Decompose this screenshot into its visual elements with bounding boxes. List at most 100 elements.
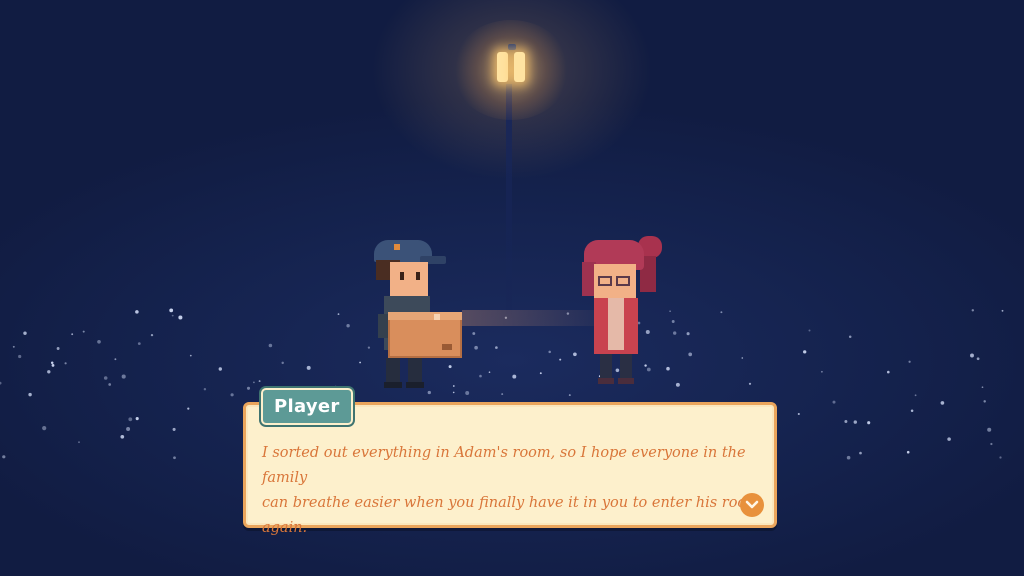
sparkle <box>64 362 67 365</box>
sparkle <box>359 361 361 364</box>
sparkle <box>253 381 255 384</box>
sparkle <box>908 360 911 363</box>
sparkle <box>18 354 22 359</box>
sparkle <box>173 456 176 460</box>
sparkle <box>281 361 284 365</box>
sparkle <box>797 412 800 416</box>
sparkle <box>848 335 852 339</box>
sparkle <box>268 343 273 348</box>
box-motion-trail <box>462 310 598 326</box>
sparkle <box>169 308 174 313</box>
sparkle <box>28 392 32 397</box>
sparkle <box>940 401 945 405</box>
sparkle <box>258 380 261 383</box>
sparkle <box>971 309 975 312</box>
sparkle <box>12 345 15 348</box>
sparkle <box>135 310 139 314</box>
sparkle <box>559 358 562 361</box>
sparkle <box>488 371 491 374</box>
sparkle <box>472 332 476 335</box>
sparkle <box>568 394 571 397</box>
sparkle <box>135 417 139 421</box>
sparkle <box>686 332 690 336</box>
sparkle <box>688 352 693 357</box>
sparkle <box>947 437 951 441</box>
sparkle <box>479 374 482 378</box>
sparkle <box>50 361 54 365</box>
sparkle <box>914 394 917 397</box>
sparkle <box>346 324 350 328</box>
sparkle <box>23 331 27 335</box>
sparkle <box>0 381 2 385</box>
sparkle <box>474 345 478 350</box>
sparkle <box>187 407 190 410</box>
sparkle <box>976 357 980 361</box>
sparkle <box>512 374 517 379</box>
sparkle <box>78 441 80 444</box>
sparkle <box>121 374 126 379</box>
sparkle <box>999 456 1002 459</box>
sparkle <box>495 346 498 349</box>
sparkle <box>172 427 176 431</box>
sparkle <box>820 370 823 373</box>
sparkle <box>970 353 974 358</box>
sparkle <box>42 426 47 431</box>
sparkle <box>887 370 890 374</box>
sparkle <box>97 339 101 344</box>
dialog-text: I sorted out everything in Adam's room, … <box>262 441 762 541</box>
sparkle <box>178 315 183 320</box>
sparkle <box>846 455 851 460</box>
sparkle <box>867 421 871 425</box>
sparkle <box>1001 309 1004 312</box>
sparkle <box>120 434 125 439</box>
sparkle <box>808 329 811 332</box>
sparkle <box>137 342 141 345</box>
street-lamp-icon <box>494 44 530 88</box>
sparkle <box>853 420 857 424</box>
sparkle <box>832 400 836 404</box>
dialog-line: I sorted out everything in Adam's room, … <box>262 445 746 486</box>
sparkle <box>337 313 340 315</box>
sparkle <box>990 442 993 446</box>
sparkle <box>720 311 723 314</box>
sparkle <box>189 354 192 357</box>
sparkle <box>128 417 133 422</box>
sparkle <box>671 320 675 323</box>
sparkle <box>230 393 234 397</box>
sparkle <box>673 331 677 335</box>
sparkle <box>844 420 848 423</box>
sparkle <box>126 427 131 431</box>
sparkle <box>47 370 51 374</box>
player-character <box>372 240 464 392</box>
dialog-next-button[interactable] <box>740 493 764 517</box>
girl-character <box>580 234 670 390</box>
sparkle <box>803 350 807 354</box>
sparkle <box>548 350 551 354</box>
dialog-line: can breathe easier when you finally have… <box>262 495 760 536</box>
sparkle <box>367 346 371 349</box>
sparkle <box>906 450 910 454</box>
sparkle <box>981 386 984 389</box>
sparkle <box>675 382 680 387</box>
sparkle <box>171 314 174 317</box>
sparkle <box>71 333 74 336</box>
sparkle <box>859 451 862 455</box>
sparkle <box>82 330 85 333</box>
sparkle <box>539 372 542 375</box>
sparkle <box>465 391 470 395</box>
sparkle <box>741 357 744 359</box>
sparkle <box>51 363 55 367</box>
sparkle <box>748 382 752 385</box>
sparkle <box>103 376 108 380</box>
sparkle <box>108 383 112 386</box>
sparkle <box>203 387 207 391</box>
sparkle <box>218 367 222 371</box>
sparkle <box>987 427 992 432</box>
sparkle <box>2 455 6 459</box>
sparkle <box>114 358 117 361</box>
sparkle <box>910 409 914 413</box>
speaker-name-tag: Player <box>261 388 353 425</box>
sparkle <box>246 386 251 390</box>
chevron-down-icon <box>745 500 759 509</box>
game-scene: I sorted out everything in Adam's room, … <box>0 0 1024 576</box>
